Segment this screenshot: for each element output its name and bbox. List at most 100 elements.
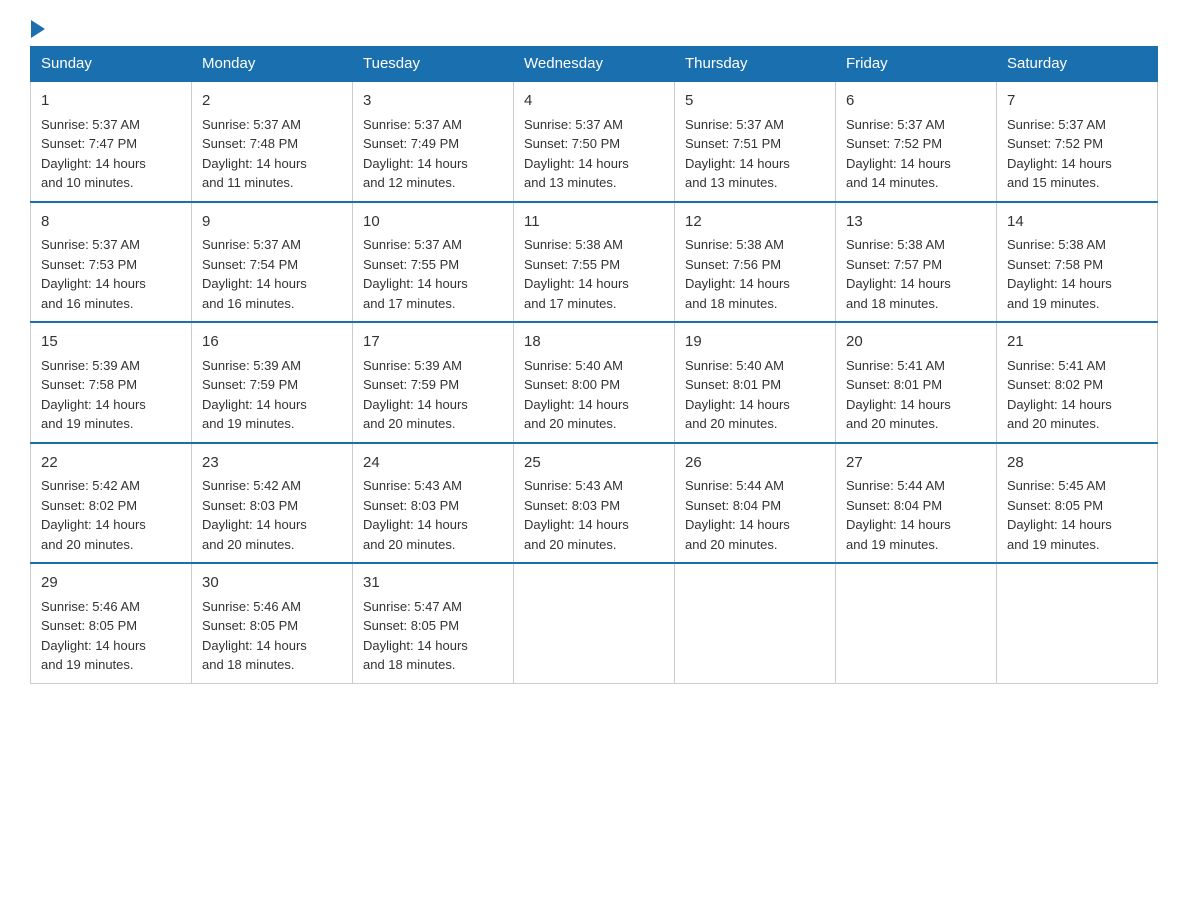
day-number: 2 bbox=[202, 90, 342, 113]
daylight-label: Daylight: 14 hours bbox=[685, 156, 790, 171]
calendar-cell: 29 Sunrise: 5:46 AM Sunset: 8:05 PM Dayl… bbox=[31, 563, 192, 683]
daylight-label: Daylight: 14 hours bbox=[1007, 276, 1112, 291]
daylight-minutes: and 14 minutes. bbox=[846, 175, 939, 190]
daylight-minutes: and 16 minutes. bbox=[41, 296, 134, 311]
weekday-header-monday: Monday bbox=[192, 47, 353, 82]
calendar-table: SundayMondayTuesdayWednesdayThursdayFrid… bbox=[30, 46, 1158, 684]
sunset-label: Sunset: 7:55 PM bbox=[524, 257, 620, 272]
sunset-label: Sunset: 7:59 PM bbox=[363, 377, 459, 392]
daylight-minutes: and 20 minutes. bbox=[363, 537, 456, 552]
sunset-label: Sunset: 8:00 PM bbox=[524, 377, 620, 392]
day-number: 27 bbox=[846, 452, 986, 475]
sunrise-label: Sunrise: 5:43 AM bbox=[363, 478, 462, 493]
calendar-cell: 6 Sunrise: 5:37 AM Sunset: 7:52 PM Dayli… bbox=[836, 81, 997, 202]
calendar-week-row: 15 Sunrise: 5:39 AM Sunset: 7:58 PM Dayl… bbox=[31, 322, 1158, 443]
day-number: 21 bbox=[1007, 331, 1147, 354]
daylight-minutes: and 12 minutes. bbox=[363, 175, 456, 190]
day-number: 20 bbox=[846, 331, 986, 354]
sunset-label: Sunset: 8:04 PM bbox=[685, 498, 781, 513]
day-number: 14 bbox=[1007, 211, 1147, 234]
sunrise-label: Sunrise: 5:37 AM bbox=[41, 237, 140, 252]
sunrise-label: Sunrise: 5:39 AM bbox=[202, 358, 301, 373]
daylight-minutes: and 10 minutes. bbox=[41, 175, 134, 190]
weekday-header-saturday: Saturday bbox=[997, 47, 1158, 82]
sunset-label: Sunset: 7:49 PM bbox=[363, 136, 459, 151]
sunset-label: Sunset: 7:58 PM bbox=[1007, 257, 1103, 272]
calendar-cell: 21 Sunrise: 5:41 AM Sunset: 8:02 PM Dayl… bbox=[997, 322, 1158, 443]
calendar-cell: 28 Sunrise: 5:45 AM Sunset: 8:05 PM Dayl… bbox=[997, 443, 1158, 564]
day-number: 22 bbox=[41, 452, 181, 475]
day-number: 26 bbox=[685, 452, 825, 475]
calendar-cell: 14 Sunrise: 5:38 AM Sunset: 7:58 PM Dayl… bbox=[997, 202, 1158, 323]
calendar-cell: 12 Sunrise: 5:38 AM Sunset: 7:56 PM Dayl… bbox=[675, 202, 836, 323]
daylight-label: Daylight: 14 hours bbox=[846, 276, 951, 291]
sunset-label: Sunset: 7:47 PM bbox=[41, 136, 137, 151]
day-number: 1 bbox=[41, 90, 181, 113]
daylight-label: Daylight: 14 hours bbox=[202, 276, 307, 291]
daylight-minutes: and 20 minutes. bbox=[202, 537, 295, 552]
sunrise-label: Sunrise: 5:46 AM bbox=[41, 599, 140, 614]
sunrise-label: Sunrise: 5:40 AM bbox=[524, 358, 623, 373]
weekday-header-friday: Friday bbox=[836, 47, 997, 82]
sunrise-label: Sunrise: 5:37 AM bbox=[846, 117, 945, 132]
day-number: 11 bbox=[524, 211, 664, 234]
calendar-cell: 30 Sunrise: 5:46 AM Sunset: 8:05 PM Dayl… bbox=[192, 563, 353, 683]
daylight-minutes: and 15 minutes. bbox=[1007, 175, 1100, 190]
day-number: 4 bbox=[524, 90, 664, 113]
sunrise-label: Sunrise: 5:37 AM bbox=[685, 117, 784, 132]
page-header bbox=[30, 20, 1158, 34]
day-number: 17 bbox=[363, 331, 503, 354]
sunrise-label: Sunrise: 5:38 AM bbox=[685, 237, 784, 252]
daylight-label: Daylight: 14 hours bbox=[363, 397, 468, 412]
daylight-minutes: and 19 minutes. bbox=[41, 416, 134, 431]
day-number: 19 bbox=[685, 331, 825, 354]
daylight-minutes: and 20 minutes. bbox=[41, 537, 134, 552]
daylight-minutes: and 19 minutes. bbox=[1007, 296, 1100, 311]
daylight-label: Daylight: 14 hours bbox=[846, 517, 951, 532]
day-number: 31 bbox=[363, 572, 503, 595]
sunset-label: Sunset: 8:03 PM bbox=[363, 498, 459, 513]
sunset-label: Sunset: 8:05 PM bbox=[1007, 498, 1103, 513]
calendar-cell: 3 Sunrise: 5:37 AM Sunset: 7:49 PM Dayli… bbox=[353, 81, 514, 202]
sunrise-label: Sunrise: 5:40 AM bbox=[685, 358, 784, 373]
daylight-label: Daylight: 14 hours bbox=[1007, 517, 1112, 532]
sunset-label: Sunset: 7:51 PM bbox=[685, 136, 781, 151]
calendar-cell bbox=[836, 563, 997, 683]
daylight-label: Daylight: 14 hours bbox=[41, 638, 146, 653]
daylight-minutes: and 18 minutes. bbox=[846, 296, 939, 311]
calendar-week-row: 22 Sunrise: 5:42 AM Sunset: 8:02 PM Dayl… bbox=[31, 443, 1158, 564]
daylight-minutes: and 11 minutes. bbox=[202, 175, 294, 190]
sunrise-label: Sunrise: 5:37 AM bbox=[363, 237, 462, 252]
daylight-label: Daylight: 14 hours bbox=[41, 156, 146, 171]
day-number: 30 bbox=[202, 572, 342, 595]
daylight-minutes: and 20 minutes. bbox=[1007, 416, 1100, 431]
sunrise-label: Sunrise: 5:39 AM bbox=[363, 358, 462, 373]
sunset-label: Sunset: 8:03 PM bbox=[524, 498, 620, 513]
daylight-minutes: and 19 minutes. bbox=[846, 537, 939, 552]
sunrise-label: Sunrise: 5:42 AM bbox=[41, 478, 140, 493]
logo bbox=[30, 20, 45, 34]
daylight-minutes: and 20 minutes. bbox=[363, 416, 456, 431]
day-number: 12 bbox=[685, 211, 825, 234]
calendar-cell: 25 Sunrise: 5:43 AM Sunset: 8:03 PM Dayl… bbox=[514, 443, 675, 564]
daylight-minutes: and 20 minutes. bbox=[524, 537, 617, 552]
calendar-cell: 18 Sunrise: 5:40 AM Sunset: 8:00 PM Dayl… bbox=[514, 322, 675, 443]
sunrise-label: Sunrise: 5:41 AM bbox=[1007, 358, 1106, 373]
sunrise-label: Sunrise: 5:43 AM bbox=[524, 478, 623, 493]
day-number: 15 bbox=[41, 331, 181, 354]
daylight-label: Daylight: 14 hours bbox=[363, 638, 468, 653]
day-number: 13 bbox=[846, 211, 986, 234]
day-number: 7 bbox=[1007, 90, 1147, 113]
day-number: 16 bbox=[202, 331, 342, 354]
daylight-label: Daylight: 14 hours bbox=[524, 517, 629, 532]
sunset-label: Sunset: 7:53 PM bbox=[41, 257, 137, 272]
sunrise-label: Sunrise: 5:38 AM bbox=[1007, 237, 1106, 252]
day-number: 25 bbox=[524, 452, 664, 475]
calendar-cell: 16 Sunrise: 5:39 AM Sunset: 7:59 PM Dayl… bbox=[192, 322, 353, 443]
sunrise-label: Sunrise: 5:37 AM bbox=[1007, 117, 1106, 132]
daylight-minutes: and 20 minutes. bbox=[846, 416, 939, 431]
weekday-header-wednesday: Wednesday bbox=[514, 47, 675, 82]
day-number: 29 bbox=[41, 572, 181, 595]
calendar-cell: 2 Sunrise: 5:37 AM Sunset: 7:48 PM Dayli… bbox=[192, 81, 353, 202]
calendar-week-row: 1 Sunrise: 5:37 AM Sunset: 7:47 PM Dayli… bbox=[31, 81, 1158, 202]
